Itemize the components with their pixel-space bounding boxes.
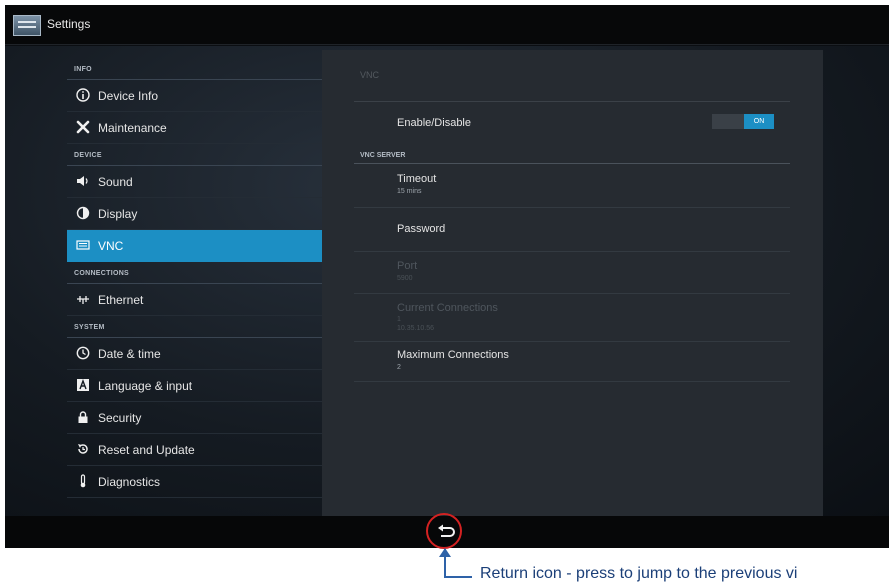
sidebar-item-language-input[interactable]: Language & input [67,370,322,402]
sidebar-item-display[interactable]: Display [67,198,322,230]
section-header-device: DEVICE [67,144,322,166]
sidebar-item-ethernet[interactable]: Ethernet [67,284,322,316]
sidebar-item-date-time[interactable]: Date & time [67,338,322,370]
callout-line [444,576,472,578]
app-title: Settings [47,17,91,31]
sidebar-item-vnc[interactable]: VNC [67,230,322,262]
callout-line [444,549,446,577]
current-connections-preference: Current Connections 1 10.35.10.56 [354,294,790,342]
port-title: Port [397,260,418,272]
speaker-icon [76,174,90,188]
current-connections-title: Current Connections [397,302,498,314]
timeout-preference[interactable]: Timeout 15 mins [354,164,790,208]
sidebar-item-device-info[interactable]: Device Info [67,80,322,112]
return-icon-annotation: Return icon - press to jump to the previ… [480,565,798,582]
sidebar-item-sound[interactable]: Sound [67,166,322,198]
section-header-info: INFO [67,58,322,80]
max-connections-title: Maximum Connections [397,349,509,361]
vnc-enable-toggle[interactable]: ON [712,114,774,129]
reset-icon [76,442,90,456]
sidebar-item-label: Date & time [98,347,161,361]
return-icon-highlight [426,513,462,549]
timeout-value: 15 mins [397,188,422,195]
timeout-title: Timeout [397,173,437,185]
port-value: 5900 [397,275,413,282]
current-connections-value: 1 [397,316,401,323]
toggle-on-label: ON [744,114,774,129]
sidebar-item-label: Sound [98,175,133,189]
max-connections-value: 2 [397,364,401,371]
sidebar-item-label: Reset and Update [98,443,195,457]
lock-icon [76,410,90,424]
thermometer-icon [76,474,90,488]
info-icon [76,88,90,102]
section-header-connections: CONNECTIONS [67,262,322,284]
max-connections-preference[interactable]: Maximum Connections 2 [354,342,790,382]
sidebar-item-diagnostics[interactable]: Diagnostics [67,466,322,498]
sidebar-item-reset-update[interactable]: Reset and Update [67,434,322,466]
port-preference: Port 5900 [354,252,790,294]
title-bar: Settings [5,5,889,45]
clock-icon [76,346,90,360]
sidebar-item-label: Security [98,411,142,425]
settings-content: INFO Device Info Maintenance DEVICE Soun… [5,46,889,516]
panel-title: VNC [360,70,380,80]
sidebar-item-label: VNC [98,239,124,253]
sidebar-item-label: Device Info [98,89,159,103]
sidebar-item-label: Display [98,207,138,221]
sidebar-item-security[interactable]: Security [67,402,322,434]
sidebar-item-label: Language & input [98,379,193,393]
sidebar-item-label: Ethernet [98,293,144,307]
sidebar-item-maintenance[interactable]: Maintenance [67,112,322,144]
vnc-settings-panel: VNC Enable/Disable ON VNC SERVER Timeout… [322,50,823,516]
settings-app-icon[interactable] [13,15,41,36]
vnc-server-header: VNC SERVER [360,152,406,159]
sidebar-item-label: Maintenance [98,121,167,135]
brightness-icon [76,206,90,220]
vnc-icon [76,238,90,252]
sidebar-item-label: Diagnostics [98,475,161,489]
enable-disable-label: Enable/Disable [397,117,471,129]
tools-icon [76,120,90,134]
device-screen: Settings INFO Device Info Maintenance DE… [5,5,889,548]
keyboard-icon [76,378,90,392]
current-connections-detail: 10.35.10.56 [397,325,434,332]
section-header-system: SYSTEM [67,316,322,338]
password-preference[interactable]: Password [354,208,790,252]
settings-sidebar: INFO Device Info Maintenance DEVICE Soun… [67,46,322,516]
divider [354,101,790,102]
ethernet-icon [76,292,90,306]
password-title: Password [397,223,446,235]
